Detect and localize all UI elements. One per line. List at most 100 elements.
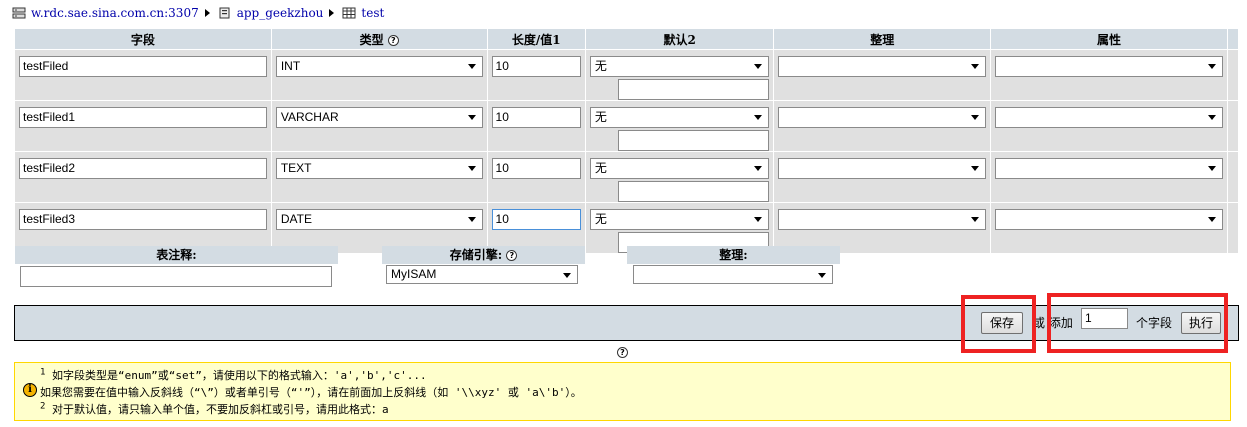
breadcrumb: w.rdc.sae.sina.com.cn:3307 app_geekzhou … xyxy=(12,4,384,22)
info-icon: i xyxy=(23,383,37,397)
table-collation-select[interactable] xyxy=(633,265,833,284)
database-icon xyxy=(219,7,230,19)
field-cell: testFiled xyxy=(15,50,271,100)
table-row: testFiled1 VARCHAR 10 无 xyxy=(15,101,1238,151)
table-comment-label: 表注释: xyxy=(156,248,197,262)
table-collation-header: 整理: xyxy=(627,246,840,264)
type-select[interactable]: TEXT xyxy=(275,158,483,179)
default-select[interactable]: 无 xyxy=(589,209,770,230)
server-icon xyxy=(12,7,26,19)
column-header-default: 默认2 xyxy=(585,29,774,49)
column-header-label: 整理 xyxy=(870,32,895,47)
breadcrumb-server-link[interactable]: w.rdc.sae.sina.com.cn:3307 xyxy=(31,6,199,20)
default-value-input[interactable] xyxy=(617,181,770,202)
storage-engine-header: 存储引擎: ? xyxy=(382,246,585,264)
notice-box: i 1 如字段类型是“enum”或“set”，请使用以下的格式输入：'a','b… xyxy=(14,362,1231,421)
row-spacer xyxy=(1227,101,1238,151)
default-select[interactable]: 无 xyxy=(589,56,770,77)
help-icon[interactable]: ? xyxy=(387,34,399,46)
save-highlight-box xyxy=(961,295,1036,353)
attributes-select[interactable] xyxy=(995,56,1223,77)
collation-select[interactable] xyxy=(778,56,987,77)
add-fields-highlight-box xyxy=(1047,293,1228,353)
column-header-label: 字段 xyxy=(130,32,155,47)
notice-text: 如果您需要在值中输入反斜线（“\”）或者单引号（“'”），请在前面加上反斜线（如… xyxy=(40,386,582,399)
table-collation-label: 整理: xyxy=(719,248,748,262)
breadcrumb-database-link[interactable]: app_geekzhou xyxy=(237,6,324,20)
column-header-field: 字段 xyxy=(15,29,271,49)
default-value-input[interactable] xyxy=(617,130,770,151)
length-input[interactable]: 10 xyxy=(491,209,581,230)
storage-engine-select[interactable]: MyISAM xyxy=(386,265,578,284)
collation-select[interactable] xyxy=(778,209,987,230)
help-icon[interactable]: ? xyxy=(617,347,628,358)
field-cell: testFiled1 xyxy=(15,101,271,151)
column-header-label: 属性 xyxy=(1097,32,1122,47)
field-cell: testFiled2 xyxy=(15,152,271,202)
notice-line-2: 如果您需要在值中输入反斜线（“\”）或者单引号（“'”），请在前面加上反斜线（如… xyxy=(40,384,582,400)
default-cell: 无 xyxy=(585,152,774,202)
column-header-spacer xyxy=(1227,29,1238,49)
row-spacer xyxy=(1227,203,1238,253)
length-cell: 10 xyxy=(487,152,585,202)
column-header-length: 长度/值1 xyxy=(487,29,585,49)
row-spacer xyxy=(1227,50,1238,100)
field-name-input[interactable]: testFiled2 xyxy=(19,158,267,179)
field-definition-table: 字段 类型 ? 长度/值1 默认2 整理 属性 testFiled INT 10… xyxy=(14,28,1239,254)
column-header-collation: 整理 xyxy=(774,29,991,49)
default-cell: 无 xyxy=(585,101,774,151)
length-cell: 10 xyxy=(487,50,585,100)
attributes-select[interactable] xyxy=(995,158,1223,179)
row-spacer xyxy=(1227,152,1238,202)
collation-select[interactable] xyxy=(778,107,987,128)
breadcrumb-separator-icon xyxy=(204,9,210,17)
field-name-input[interactable]: testFiled3 xyxy=(19,209,267,230)
footnote-marker: 2 xyxy=(40,401,46,412)
length-input[interactable]: 10 xyxy=(491,158,581,179)
type-cell: VARCHAR xyxy=(271,101,487,151)
length-cell: 10 xyxy=(487,101,585,151)
table-comment-header: 表注释: xyxy=(15,246,338,264)
default-select[interactable]: 无 xyxy=(589,107,770,128)
default-value-input[interactable] xyxy=(617,79,770,100)
attributes-cell xyxy=(991,50,1227,100)
table-comment-input[interactable] xyxy=(20,266,332,287)
type-select[interactable]: INT xyxy=(275,56,483,77)
column-header-label: 长度/值1 xyxy=(511,32,561,47)
table-header-row: 字段 类型 ? 长度/值1 默认2 整理 属性 xyxy=(15,29,1238,49)
column-header-attributes: 属性 xyxy=(991,29,1227,49)
notice-text: 如字段类型是“enum”或“set”，请使用以下的格式输入：'a','b','c… xyxy=(52,369,427,382)
default-select[interactable]: 无 xyxy=(589,158,770,179)
breadcrumb-separator-icon xyxy=(329,9,335,17)
attributes-cell xyxy=(991,101,1227,151)
collation-cell xyxy=(774,101,991,151)
type-select[interactable]: VARCHAR xyxy=(275,107,483,128)
table-row: testFiled INT 10 无 xyxy=(15,50,1238,100)
column-header-label: 类型 xyxy=(359,32,384,47)
attributes-select[interactable] xyxy=(995,107,1223,128)
type-cell: INT xyxy=(271,50,487,100)
field-name-input[interactable]: testFiled1 xyxy=(19,107,267,128)
breadcrumb-table-link[interactable]: test xyxy=(361,6,384,20)
notice-line-1: 1 如字段类型是“enum”或“set”，请使用以下的格式输入：'a','b',… xyxy=(40,367,427,383)
footnote-marker: 1 xyxy=(40,367,46,378)
type-select[interactable]: DATE xyxy=(275,209,483,230)
default-cell: 无 xyxy=(585,50,774,100)
attributes-cell xyxy=(991,152,1227,202)
notice-text: 对于默认值，请只输入单个值，不要加反斜杠或引号，请用此格式：a xyxy=(52,403,389,416)
length-input[interactable]: 10 xyxy=(491,56,581,77)
field-name-input[interactable]: testFiled xyxy=(19,56,267,77)
storage-engine-label: 存储引擎: xyxy=(449,248,503,262)
collation-cell xyxy=(774,152,991,202)
notice-line-3: 2 对于默认值，请只输入单个值，不要加反斜杠或引号，请用此格式：a xyxy=(40,401,389,417)
help-icon[interactable]: ? xyxy=(506,250,518,261)
length-input[interactable]: 10 xyxy=(491,107,581,128)
table-icon xyxy=(342,7,356,19)
column-header-type: 类型 ? xyxy=(271,29,487,49)
type-cell: TEXT xyxy=(271,152,487,202)
collation-select[interactable] xyxy=(778,158,987,179)
table-row: testFiled2 TEXT 10 无 xyxy=(15,152,1238,202)
collation-cell xyxy=(774,50,991,100)
attributes-select[interactable] xyxy=(995,209,1223,230)
column-header-label: 默认2 xyxy=(663,32,696,47)
